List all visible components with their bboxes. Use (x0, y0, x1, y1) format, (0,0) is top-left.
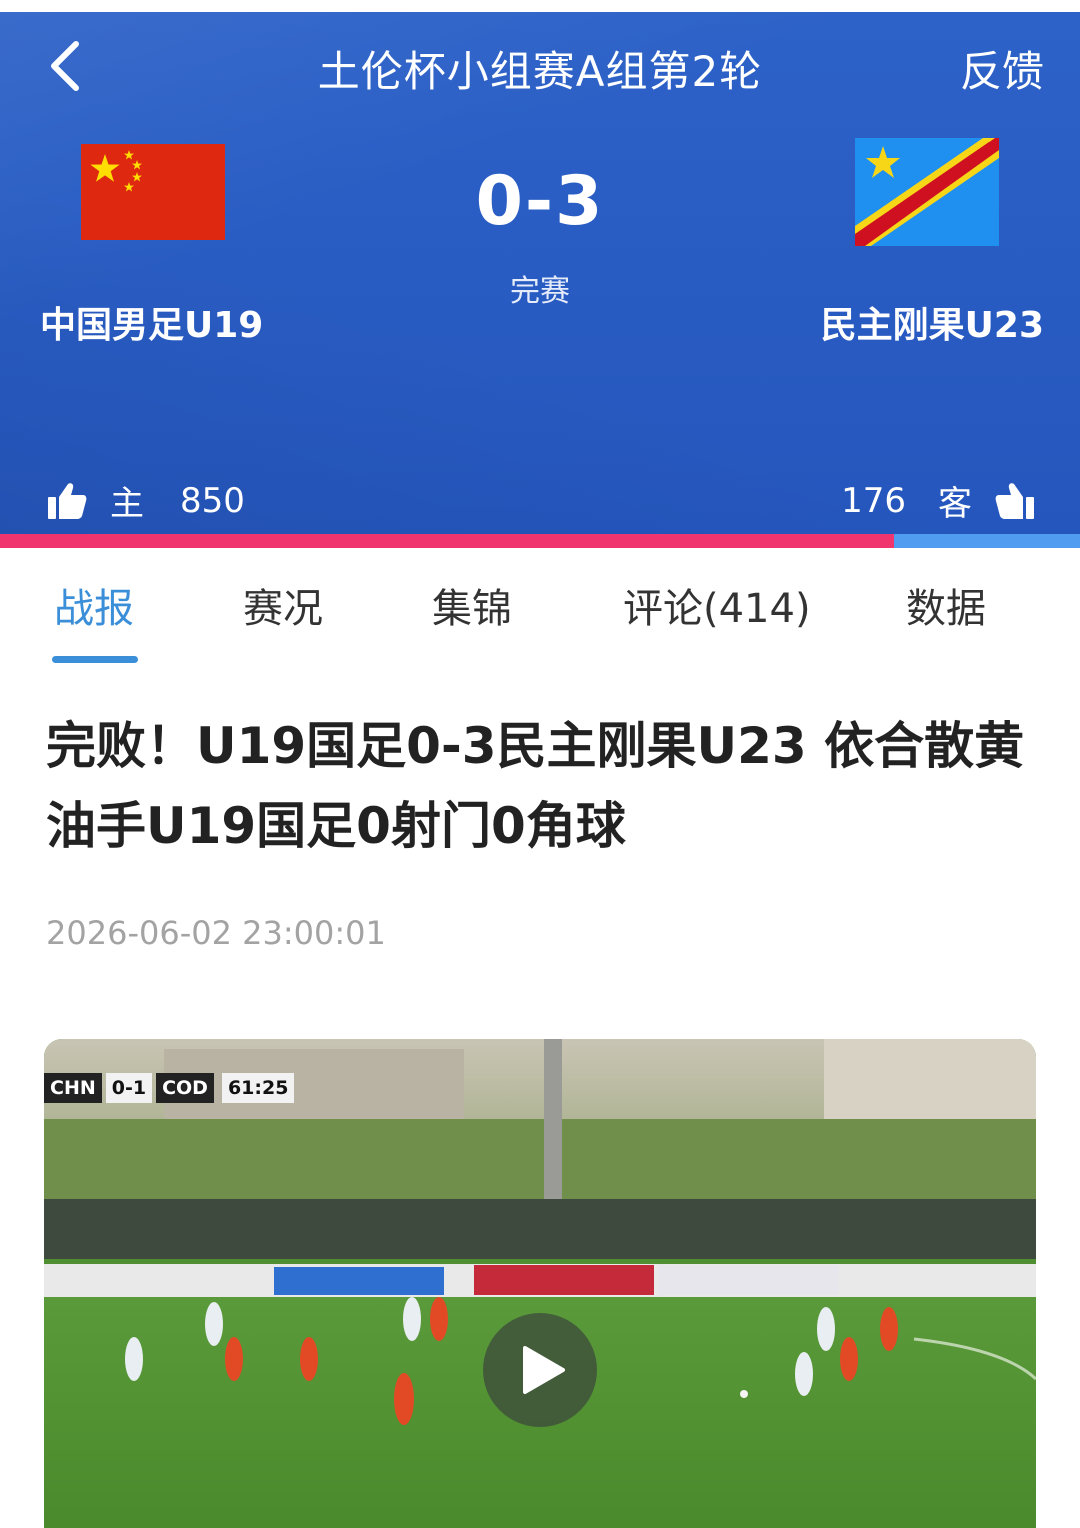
top-bar: 土伦杯小组赛A组第2轮 反馈 (0, 12, 1080, 116)
home-vote-label: 主 (110, 484, 144, 524)
feedback-button[interactable]: 反馈 (960, 38, 1044, 99)
play-icon (523, 1346, 565, 1394)
tab-stats[interactable]: 数据 (906, 576, 986, 634)
away-team-name: 民主刚果U23 (820, 305, 1044, 346)
scoreboard-home-code: CHN (44, 1073, 102, 1103)
thumbs-up-icon[interactable] (994, 480, 1036, 522)
video-thumbnail (44, 1039, 1036, 1528)
back-button[interactable] (34, 30, 104, 100)
home-vote-count: 850 (180, 480, 245, 521)
chevron-left-icon (51, 41, 79, 91)
away-ratio-fill (894, 534, 1080, 548)
home-team-name: 中国男足U19 (40, 305, 264, 346)
match-title: 土伦杯小组赛A组第2轮 (317, 47, 763, 96)
tab-live[interactable]: 赛况 (243, 576, 323, 634)
tab-report[interactable]: 战报 (54, 576, 134, 634)
thumbs-up-icon[interactable] (46, 480, 88, 522)
play-button[interactable] (483, 1313, 597, 1427)
video-player[interactable]: CHN 0-1 COD 61:25 (44, 1039, 1036, 1528)
tab-highlights[interactable]: 集锦 (432, 576, 512, 634)
scoreboard-away-code: COD (156, 1073, 214, 1103)
vote-ratio-bar (0, 534, 1080, 548)
dr-congo-flag-icon (855, 138, 999, 246)
away-vote-count: 176 (841, 480, 906, 521)
match-header: 土伦杯小组赛A组第2轮 反馈 0-3 完赛 中国男足U19 民主刚果U23 主 … (0, 12, 1080, 534)
active-tab-indicator (52, 656, 138, 663)
article-title: 完败！U19国足0-3民主刚果U23 依合散黄油手U19国足0射门0角球 (46, 717, 1025, 855)
tab-comments[interactable]: 评论(414) (623, 576, 811, 634)
tab-bar: 战报 赛况 集锦 评论(414) 数据 (0, 548, 1080, 668)
article-timestamp: 2026-06-02 23:00:01 (46, 914, 386, 952)
home-vote[interactable]: 主 850 (46, 476, 245, 525)
scoreboard-score: 0-1 (105, 1073, 153, 1103)
video-scoreboard: CHN 0-1 COD 61:25 (44, 1071, 295, 1105)
away-vote[interactable]: 176 客 (841, 476, 1036, 525)
away-vote-label: 客 (938, 484, 972, 524)
scoreboard-clock: 61:25 (221, 1073, 295, 1103)
home-ratio-fill (0, 534, 895, 548)
